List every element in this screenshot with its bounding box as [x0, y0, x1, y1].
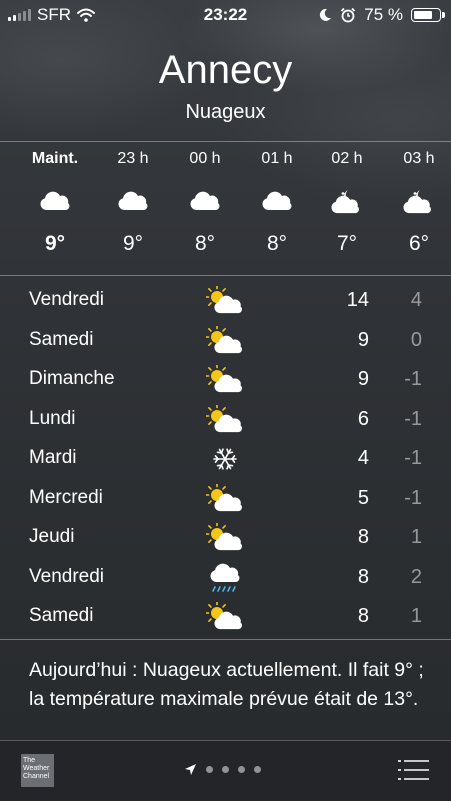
city-name: Annecy	[158, 48, 293, 92]
hour-temp: 9°	[122, 232, 144, 255]
day-high: 14	[346, 289, 369, 311]
hour-time: 03 h	[403, 150, 435, 167]
today-summary: Aujourd’hui : Nuageux actuellement. Il f…	[29, 659, 424, 710]
cloud-icon	[98, 182, 168, 222]
moon-icon	[320, 8, 332, 21]
day-low: 0	[410, 328, 422, 351]
day-row: Samedi 9 0	[0, 322, 451, 362]
page-dot	[238, 766, 245, 773]
status-right: 75 %	[318, 5, 445, 25]
moon-cloud-icon	[384, 182, 451, 222]
hour-temp: 6°	[408, 232, 430, 255]
day-high: 9	[357, 328, 369, 351]
day-high: 8	[357, 565, 369, 588]
hour-item: 02 h 7°	[312, 142, 382, 256]
day-low: -1	[404, 407, 422, 430]
weather-channel-logo[interactable]: The Weather Channel	[21, 754, 54, 787]
cloud-icon	[20, 182, 90, 222]
battery-icon	[411, 8, 445, 22]
day-name: Mardi	[29, 447, 77, 468]
day-row: Mardi 4 -1	[0, 440, 451, 480]
day-low: -1	[404, 368, 422, 390]
divider-hourly	[0, 275, 451, 276]
snowflake-icon	[205, 443, 245, 475]
day-high: 5	[357, 486, 369, 509]
hour-temp: 8°	[194, 232, 216, 255]
status-bar: SFR 23:22 75 %	[0, 0, 451, 30]
day-low: 1	[410, 605, 422, 627]
day-name: Samedi	[29, 605, 94, 626]
hour-item: Maint. 9°	[20, 142, 90, 256]
daily-forecast[interactable]: Vendredi 14 4 Samedi 9 0 Dimanche 9 -1 Lundi 6…	[0, 282, 451, 638]
hour-item: 23 h 9°	[98, 142, 168, 256]
day-row: Jeudi 8 1	[0, 519, 451, 559]
day-row: Lundi 6 -1	[0, 401, 451, 441]
hour-item: 01 h 8°	[242, 142, 312, 256]
moon-cloud-icon	[312, 182, 382, 222]
sun-cloud-icon	[205, 483, 245, 515]
day-low: 1	[410, 526, 422, 548]
hour-item: 03 h 6°	[384, 142, 451, 256]
sun-cloud-icon	[205, 404, 245, 436]
day-high: 9	[357, 368, 369, 390]
day-low: 4	[410, 289, 422, 311]
page-dot	[254, 766, 261, 773]
day-name: Vendredi	[29, 289, 105, 310]
hour-temp: 8°	[266, 232, 288, 255]
day-high: 8	[357, 605, 369, 627]
hour-time: Maint.	[31, 150, 79, 167]
sun-cloud-icon	[205, 364, 245, 396]
hour-time: 23 h	[117, 150, 149, 167]
rain-cloud-icon	[205, 562, 245, 594]
day-high: 6	[357, 407, 369, 430]
day-low: -1	[404, 447, 422, 469]
sun-cloud-icon	[205, 325, 245, 357]
day-row: Vendredi 8 2	[0, 559, 451, 599]
day-row: Samedi 8 1	[0, 598, 451, 638]
page-dot	[222, 766, 229, 773]
hour-temp: 7°	[336, 232, 358, 255]
day-name: Samedi	[29, 328, 94, 350]
hourly-forecast[interactable]: Maint. 9° 23 h 9° 00 h 8° 01 h 8° 02 h 7° 03 h 6°	[0, 142, 451, 274]
day-high: 8	[357, 526, 369, 548]
page-indicator[interactable]	[184, 763, 261, 776]
day-low: -1	[404, 486, 422, 509]
hour-temp: 9°	[44, 232, 66, 255]
hour-time: 02 h	[331, 150, 363, 167]
day-row: Dimanche 9 -1	[0, 361, 451, 401]
divider-daily	[0, 639, 451, 640]
day-name: Jeudi	[29, 526, 75, 547]
bottom-toolbar: The Weather Channel	[0, 740, 451, 801]
hour-time: 00 h	[189, 150, 221, 167]
page-dot	[206, 766, 213, 773]
alarm-icon	[341, 7, 356, 23]
current-condition: Nuageux	[185, 101, 266, 123]
day-row: Vendredi 14 4	[0, 282, 451, 322]
battery-percent: 75 %	[364, 5, 403, 24]
day-low: 2	[410, 565, 422, 588]
day-name: Mercredi	[29, 486, 103, 508]
sun-cloud-icon	[205, 285, 245, 317]
list-icon[interactable]	[398, 759, 429, 781]
day-row: Mercredi 5 -1	[0, 480, 451, 520]
sun-cloud-icon	[205, 522, 245, 554]
day-high: 4	[357, 447, 369, 469]
day-name: Lundi	[29, 407, 76, 429]
cloud-icon	[170, 182, 240, 222]
sun-cloud-icon	[205, 601, 245, 633]
location-arrow-icon	[185, 764, 196, 775]
cloud-icon	[242, 182, 312, 222]
day-name: Vendredi	[29, 565, 105, 587]
hour-time: 01 h	[261, 150, 293, 167]
hour-item: 00 h 8°	[170, 142, 240, 256]
day-name: Dimanche	[29, 368, 115, 389]
